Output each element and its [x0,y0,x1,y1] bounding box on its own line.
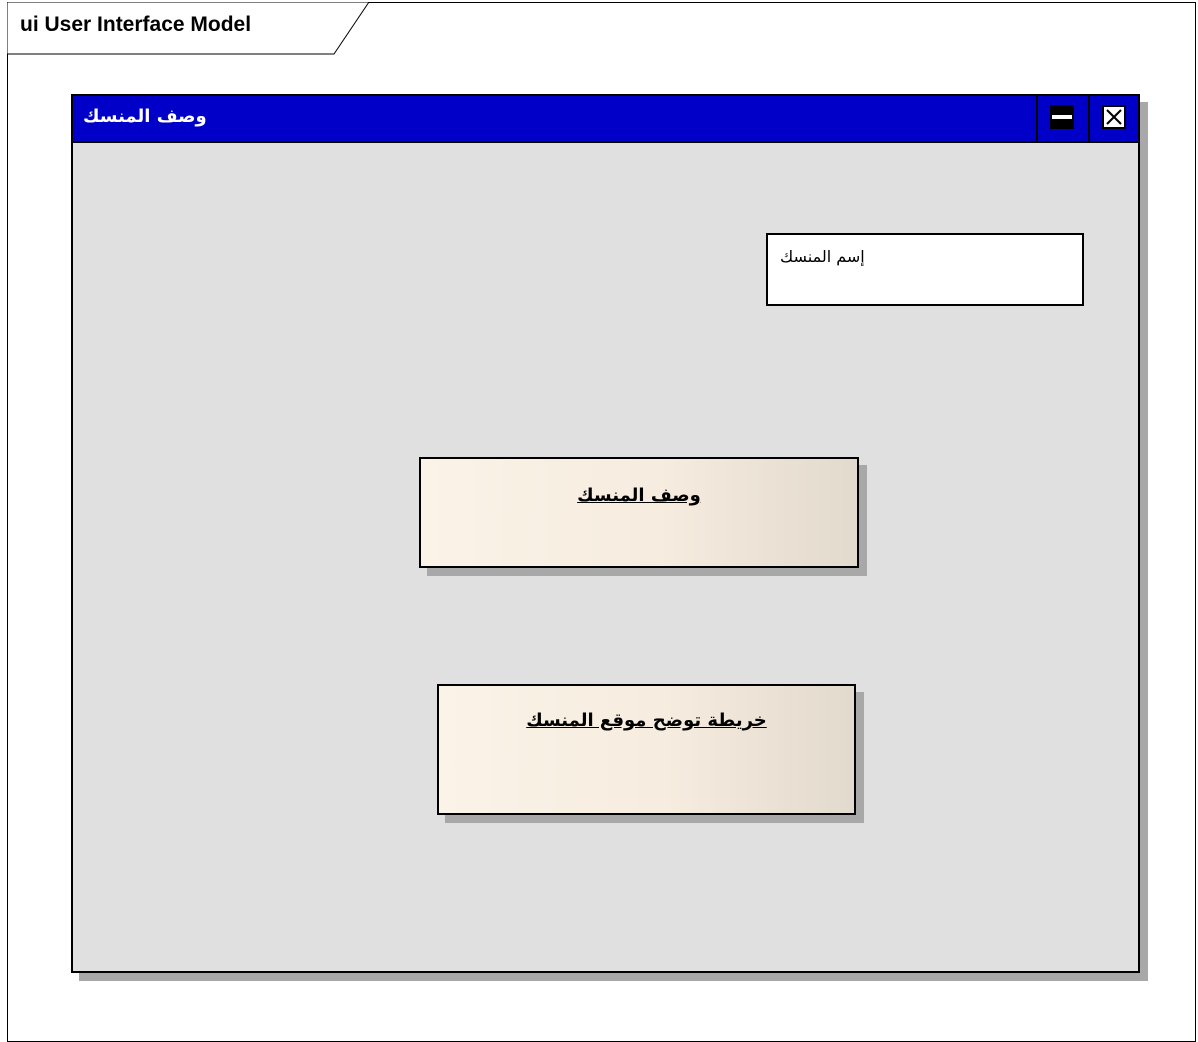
close-button[interactable] [1088,96,1138,141]
window-title: وصف المنسك [83,106,207,127]
frame-label-text: ui User Interface Model [20,13,252,36]
maximize-button[interactable] [1036,96,1086,141]
name-field-text: إسم المنسك [780,247,865,266]
window-titlebar: وصف المنسك [73,96,1138,143]
close-x-icon [1102,105,1126,129]
map-button[interactable]: خريطة توضح موقع المنسك [437,684,856,815]
maximize-icon [1050,105,1074,129]
name-field[interactable]: إسم المنسك [766,233,1084,306]
description-button-label: وصف المنسك [577,485,701,506]
description-button[interactable]: وصف المنسك [419,457,859,568]
screen-window: وصف المنسك إسم المنسك وصف المنسك خريطة ت… [71,94,1140,973]
map-button-label: خريطة توضح موقع المنسك [526,710,767,731]
